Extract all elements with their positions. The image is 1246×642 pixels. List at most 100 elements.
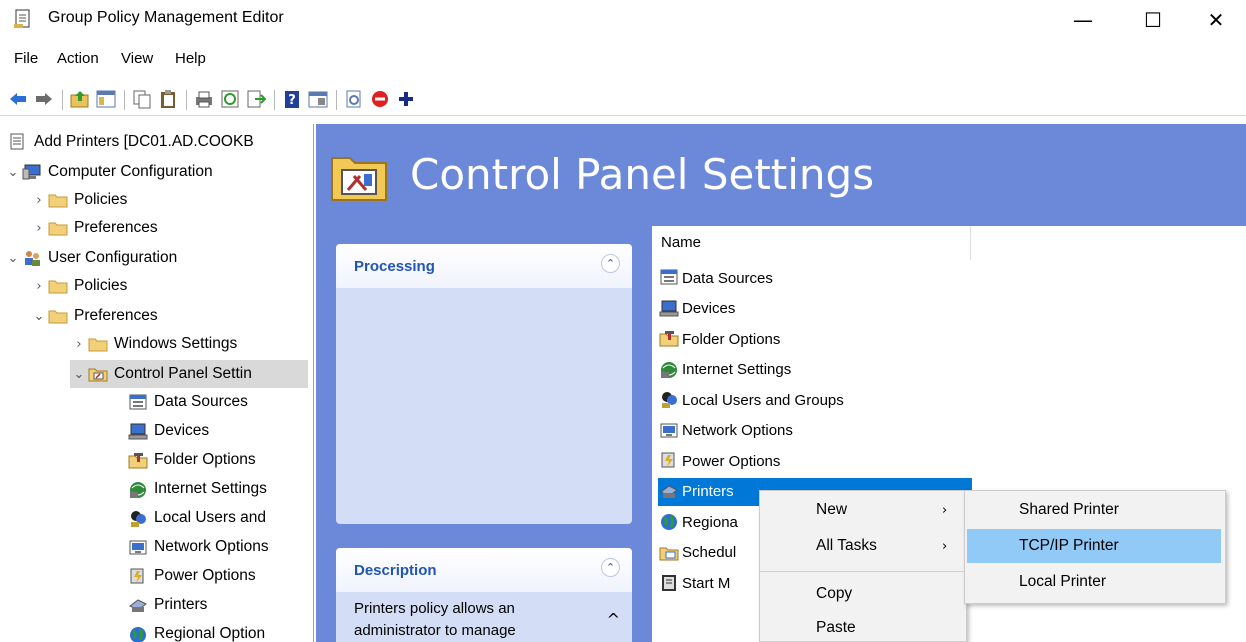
minimize-button[interactable]: —: [1060, 4, 1106, 36]
network-options-icon: [660, 423, 678, 437]
add-icon[interactable]: [396, 89, 416, 109]
help-icon[interactable]: ?: [282, 89, 302, 109]
context-menu-all-tasks[interactable]: All Tasks ›: [760, 529, 966, 563]
tree-windows-settings[interactable]: › Windows Settings: [70, 330, 237, 358]
toolbar: ?: [0, 82, 1246, 116]
tree-uc-policies[interactable]: › Policies: [30, 272, 127, 300]
tree-label: Computer Configuration: [48, 163, 213, 180]
list-item-label: Folder Options: [682, 330, 781, 348]
list-item[interactable]: Data Sources: [658, 264, 773, 292]
refresh-icon[interactable]: [220, 89, 240, 109]
tree-label: Internet Settings: [154, 480, 267, 497]
tree-cc-preferences[interactable]: › Preferences: [30, 214, 157, 242]
column-divider[interactable]: [970, 226, 971, 260]
menu-view[interactable]: View: [121, 50, 153, 67]
tree-label: Printers: [154, 596, 208, 613]
tree-computer-configuration[interactable]: ⌄ Computer Configuration: [4, 158, 213, 186]
chevron-right-icon[interactable]: ›: [30, 221, 48, 236]
chevron-right-icon[interactable]: ›: [30, 193, 48, 208]
tree-label: Folder Options: [154, 451, 256, 468]
app-icon: [14, 9, 30, 28]
tree-item[interactable]: Devices: [128, 417, 209, 445]
close-icon: ✕: [1207, 8, 1225, 32]
back-icon[interactable]: [8, 89, 28, 109]
tree-item[interactable]: Data Sources: [128, 388, 248, 416]
menu-file[interactable]: File: [14, 50, 38, 67]
submenu-shared-printer[interactable]: Shared Printer: [965, 493, 1225, 527]
maximize-button[interactable]: ☐: [1130, 4, 1176, 36]
chevron-down-icon[interactable]: ⌄: [4, 165, 22, 180]
submenu-local-printer[interactable]: Local Printer: [965, 565, 1225, 599]
submenu-label: TCP/IP Printer: [1019, 537, 1119, 554]
power-options-icon: [130, 568, 144, 584]
list-item[interactable]: Network Options: [658, 417, 793, 445]
list-item-label: Internet Settings: [682, 361, 792, 378]
copy-icon[interactable]: [132, 89, 152, 109]
tree-item[interactable]: Network Options: [128, 533, 269, 561]
chevron-down-icon[interactable]: ⌄: [70, 367, 88, 382]
list-item[interactable]: Devices: [658, 295, 735, 323]
scroll-up-icon[interactable]: ^: [607, 610, 620, 629]
context-menu-paste[interactable]: Paste: [760, 611, 966, 642]
tree-item[interactable]: Internet Settings: [128, 475, 267, 503]
local-users-icon: [131, 511, 146, 527]
data-sources-icon: [660, 269, 678, 285]
context-menu-new[interactable]: New ›: [760, 493, 966, 527]
title-bar: Group Policy Management Editor — ☐ ✕: [0, 0, 1246, 40]
menu-action[interactable]: Action: [57, 50, 99, 67]
list-item-label: Data Sources: [682, 269, 773, 287]
list-item[interactable]: Local Users and Groups: [658, 386, 844, 414]
processing-panel-header[interactable]: Processing ⌃: [336, 244, 632, 288]
tree-label: Local Users and: [154, 509, 267, 526]
list-item[interactable]: Start M: [658, 569, 730, 597]
tree-item[interactable]: Regional Option: [128, 620, 265, 642]
menu-separator: [760, 571, 966, 572]
print-icon[interactable]: [194, 89, 214, 109]
stop-icon[interactable]: [370, 89, 390, 109]
submenu-tcp-ip-printer[interactable]: TCP/IP Printer: [967, 529, 1221, 563]
context-menu-copy[interactable]: Copy: [760, 577, 966, 611]
collapse-icon[interactable]: ⌃: [601, 558, 620, 577]
tree-uc-preferences[interactable]: ⌄ Preferences: [30, 302, 158, 330]
list-item[interactable]: Regiona: [658, 508, 738, 536]
chevron-right-icon[interactable]: ›: [70, 337, 88, 352]
tree-label: Preferences: [74, 307, 158, 324]
column-header-name[interactable]: Name: [661, 234, 701, 251]
tree-control-panel-settings[interactable]: ⌄ Control Panel Settin: [70, 360, 308, 388]
page-title: Control Panel Settings: [410, 150, 875, 199]
up-folder-icon[interactable]: [70, 89, 90, 109]
menu-help[interactable]: Help: [175, 50, 206, 67]
regional-options-icon: [661, 514, 677, 530]
chevron-down-icon[interactable]: ⌄: [4, 251, 22, 266]
close-button[interactable]: ✕: [1193, 4, 1239, 36]
tree-label: Policies: [74, 191, 128, 208]
chevron-right-icon[interactable]: ›: [30, 279, 48, 294]
list-item[interactable]: Schedul: [658, 539, 736, 567]
list-item[interactable]: Internet Settings: [658, 356, 791, 384]
new-window-icon[interactable]: [344, 89, 364, 109]
context-menu-label: All Tasks: [816, 537, 877, 554]
tree-item[interactable]: Folder Options: [128, 446, 256, 474]
tree-item[interactable]: Power Options: [128, 562, 256, 590]
export-list-icon[interactable]: [246, 89, 266, 109]
show-hide-tree-icon[interactable]: [96, 89, 116, 109]
description-text: Printers policy allows an administrator …: [354, 600, 516, 639]
minimize-icon: —: [1073, 8, 1093, 32]
tree-item[interactable]: Local Users and: [128, 504, 266, 532]
tree-user-configuration[interactable]: ⌄ User Configuration: [4, 244, 177, 272]
tree-cc-policies[interactable]: › Policies: [30, 186, 127, 214]
collapse-icon[interactable]: ⌃: [601, 254, 620, 273]
description-panel-header[interactable]: Description ⌃: [336, 548, 632, 592]
forward-icon[interactable]: [34, 89, 54, 109]
properties-icon[interactable]: [308, 89, 328, 109]
chevron-down-icon[interactable]: ⌄: [30, 309, 48, 324]
list-item[interactable]: Folder Options: [658, 325, 780, 353]
submenu-label: Shared Printer: [1019, 501, 1119, 518]
paste-icon[interactable]: [158, 89, 178, 109]
list-item-label: Regiona: [682, 513, 738, 531]
tree-root[interactable]: Add Printers [DC01.AD.COOKB: [8, 128, 254, 156]
tree-label: Power Options: [154, 567, 256, 584]
tree-item[interactable]: Printers: [128, 591, 207, 619]
folder-icon: [88, 338, 108, 352]
list-item[interactable]: Power Options: [658, 447, 780, 475]
